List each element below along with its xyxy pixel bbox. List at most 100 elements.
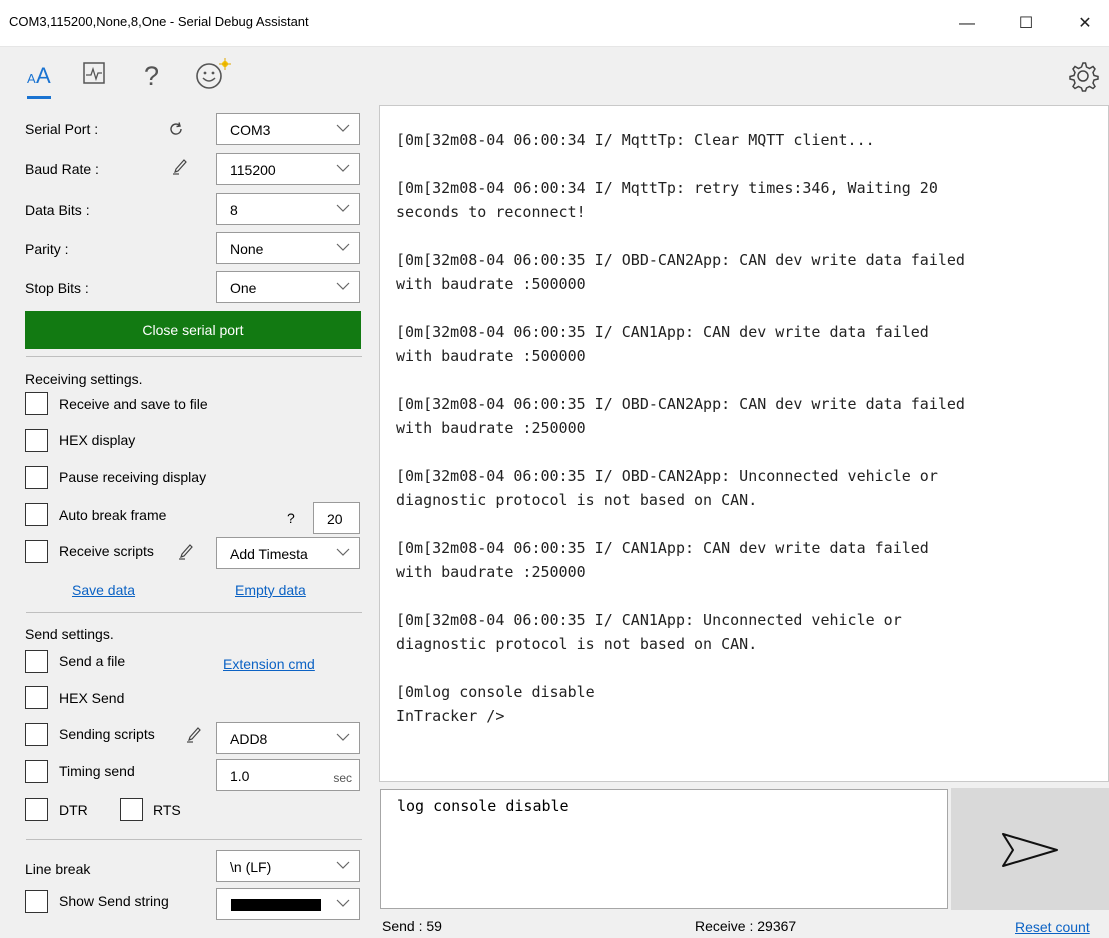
send-string-color-select[interactable]: [216, 888, 360, 920]
show-send-string-label: Show Send string: [59, 893, 169, 909]
hex-display-checkbox[interactable]: [25, 429, 48, 452]
receive-scripts-checkbox[interactable]: [25, 540, 48, 563]
font-size-icon[interactable]: AA: [22, 57, 58, 91]
rts-checkbox[interactable]: [120, 798, 143, 821]
auto-break-label: Auto break frame: [59, 507, 167, 523]
chevron-down-icon: [336, 899, 350, 907]
save-data-link[interactable]: Save data: [72, 582, 135, 598]
stop-bits-label: Stop Bits :: [25, 280, 89, 296]
empty-data-link[interactable]: Empty data: [235, 582, 306, 598]
reset-count-link[interactable]: Reset count: [1015, 919, 1090, 935]
chart-icon[interactable]: [80, 57, 116, 91]
serial-port-label: Serial Port :: [25, 121, 99, 137]
timing-send-label: Timing send: [59, 763, 135, 779]
data-bits-value: 8: [230, 202, 238, 218]
baud-rate-value: 115200: [230, 162, 276, 178]
data-bits-label: Data Bits :: [25, 202, 90, 218]
receive-log: [0m[32m08-04 06:00:34 I/ MqttTp: Clear M…: [396, 131, 965, 725]
receive-count: Receive : 29367: [695, 918, 797, 934]
toolbar: AA ?: [0, 47, 1109, 104]
title-bar: COM3,115200,None,8,One - Serial Debug As…: [0, 0, 1109, 47]
svg-text:A: A: [27, 71, 36, 86]
timing-send-input[interactable]: 1.0 sec: [216, 759, 360, 791]
auto-break-input[interactable]: 20: [313, 502, 360, 534]
send-settings-heading: Send settings.: [25, 626, 114, 642]
gear-icon[interactable]: [1066, 59, 1100, 93]
sending-scripts-value: ADD8: [230, 731, 268, 747]
window-title: COM3,115200,None,8,One - Serial Debug As…: [9, 14, 309, 29]
chevron-down-icon: [336, 282, 350, 290]
chevron-down-icon: [336, 548, 350, 556]
send-arrow-icon: [1002, 833, 1058, 867]
serial-port-value: COM3: [230, 122, 271, 138]
receiving-settings-heading: Receiving settings.: [25, 371, 143, 387]
parity-select[interactable]: None: [216, 232, 360, 264]
hex-send-label: HEX Send: [59, 690, 125, 706]
receive-text-area[interactable]: [0m[32m08-04 06:00:34 I/ MqttTp: Clear M…: [379, 105, 1109, 782]
receive-scripts-label: Receive scripts: [59, 543, 154, 559]
data-bits-select[interactable]: 8: [216, 193, 360, 225]
sending-scripts-checkbox[interactable]: [25, 723, 48, 746]
color-swatch: [231, 899, 321, 911]
chevron-down-icon: [336, 124, 350, 132]
serial-port-select[interactable]: COM3: [216, 113, 360, 145]
dtr-label: DTR: [59, 802, 88, 818]
chevron-down-icon: [336, 243, 350, 251]
send-input[interactable]: log console disable: [380, 789, 948, 909]
active-tab-indicator: [27, 96, 51, 99]
minimize-button[interactable]: —: [944, 9, 990, 39]
auto-break-value: 20: [327, 511, 343, 527]
close-window-button[interactable]: ✕: [1062, 9, 1108, 39]
stop-bits-select[interactable]: One: [216, 271, 360, 303]
chevron-down-icon: [336, 733, 350, 741]
line-break-label: Line break: [25, 861, 91, 877]
rts-label: RTS: [153, 802, 181, 818]
parity-label: Parity :: [25, 241, 69, 257]
timing-send-value: 1.0: [230, 768, 250, 784]
pause-display-checkbox[interactable]: [25, 466, 48, 489]
sending-scripts-select[interactable]: ADD8: [216, 722, 360, 754]
parity-value: None: [230, 241, 264, 257]
sending-scripts-label: Sending scripts: [59, 726, 155, 742]
edit-icon[interactable]: [172, 159, 188, 175]
hex-display-label: HEX display: [59, 432, 136, 448]
chevron-down-icon: [336, 164, 350, 172]
auto-break-checkbox[interactable]: [25, 503, 48, 526]
close-serial-port-button[interactable]: Close serial port: [25, 311, 361, 349]
send-button[interactable]: [951, 788, 1109, 910]
divider: [26, 356, 362, 357]
timing-send-checkbox[interactable]: [25, 760, 48, 783]
baud-rate-label: Baud Rate :: [25, 161, 99, 177]
maximize-button[interactable]: ☐: [1003, 9, 1049, 39]
receive-save-file-label: Receive and save to file: [59, 396, 208, 412]
dtr-checkbox[interactable]: [25, 798, 48, 821]
receive-scripts-select[interactable]: Add Timesta: [216, 537, 360, 569]
svg-text:?: ?: [144, 61, 159, 91]
refresh-icon[interactable]: [168, 121, 184, 137]
auto-break-help-icon[interactable]: ?: [287, 510, 295, 526]
stop-bits-value: One: [230, 280, 257, 296]
pause-display-label: Pause receiving display: [59, 469, 207, 485]
help-icon[interactable]: ?: [138, 57, 174, 91]
divider: [26, 839, 362, 840]
line-break-value: \n (LF): [230, 859, 272, 875]
receive-scripts-value: Add Timesta: [230, 546, 308, 562]
edit-icon[interactable]: [186, 727, 202, 743]
edit-icon[interactable]: [178, 544, 194, 560]
send-file-label: Send a file: [59, 653, 126, 669]
settings-panel: Serial Port : COM3 Baud Rate : 115200 Da…: [0, 104, 370, 938]
show-send-string-checkbox[interactable]: [25, 890, 48, 913]
line-break-select[interactable]: \n (LF): [216, 850, 360, 882]
receive-save-file-checkbox[interactable]: [25, 392, 48, 415]
smiley-icon[interactable]: [194, 57, 231, 91]
chevron-down-icon: [336, 861, 350, 869]
hex-send-checkbox[interactable]: [25, 686, 48, 709]
svg-text:A: A: [36, 63, 51, 88]
timing-unit-label: sec: [333, 771, 352, 785]
divider: [26, 612, 362, 613]
send-count: Send : 59: [382, 918, 442, 934]
extension-cmd-link[interactable]: Extension cmd: [223, 656, 315, 672]
baud-rate-select[interactable]: 115200: [216, 153, 360, 185]
send-file-checkbox[interactable]: [25, 650, 48, 673]
chevron-down-icon: [336, 204, 350, 212]
